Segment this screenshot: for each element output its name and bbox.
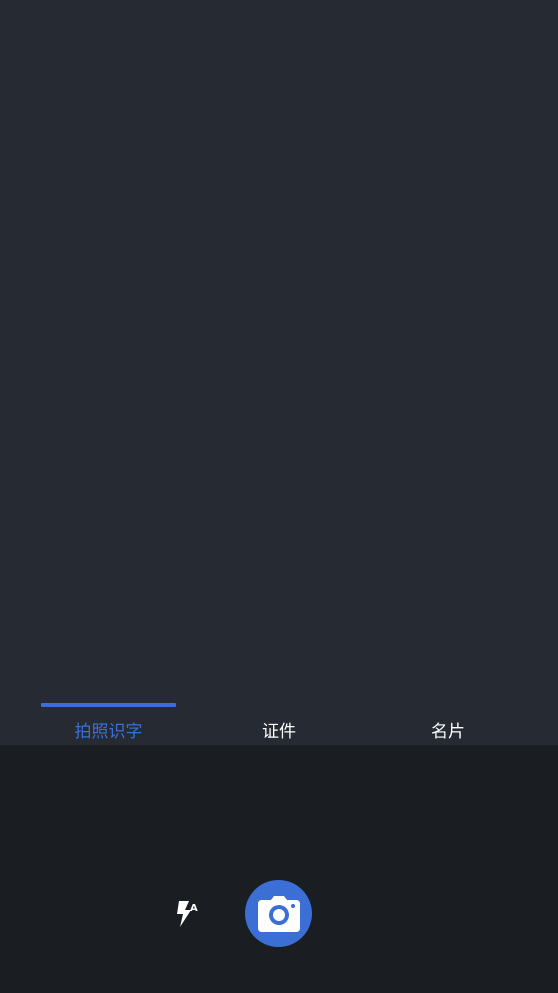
tab-photo-ocr[interactable]: 拍照识字 bbox=[41, 700, 176, 745]
tab-id-card[interactable]: 证件 bbox=[212, 700, 346, 745]
camera-controls-bar bbox=[0, 745, 558, 993]
camera-screen: 拍照识字 证件 名片 A bbox=[0, 0, 558, 993]
shutter-button[interactable] bbox=[245, 880, 312, 947]
active-tab-indicator bbox=[41, 703, 176, 707]
camera-icon bbox=[257, 895, 300, 932]
svg-text:A: A bbox=[190, 903, 198, 914]
tab-label: 证件 bbox=[262, 722, 296, 742]
tab-label: 名片 bbox=[431, 722, 465, 742]
camera-viewfinder bbox=[0, 0, 558, 745]
flash-auto-icon: A bbox=[177, 901, 198, 927]
mode-tabs: 拍照识字 证件 名片 bbox=[0, 700, 558, 745]
tab-label: 拍照识字 bbox=[74, 722, 143, 742]
tab-business-card[interactable]: 名片 bbox=[381, 700, 515, 745]
flash-auto-button[interactable]: A bbox=[170, 898, 202, 930]
